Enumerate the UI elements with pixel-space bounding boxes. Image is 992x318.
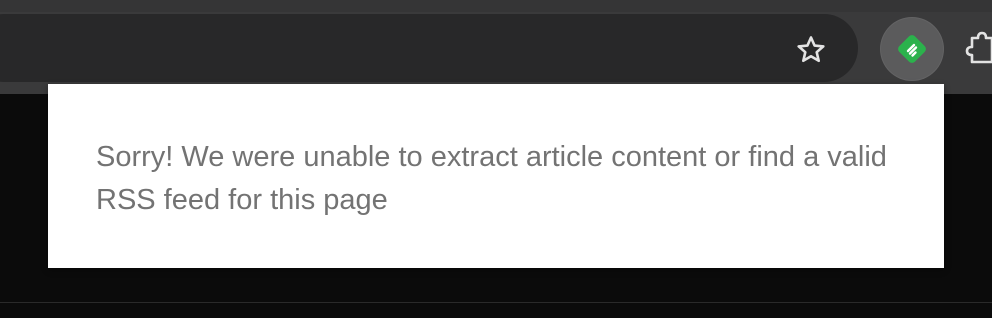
address-bar[interactable] <box>0 14 858 82</box>
extensions-menu-button[interactable] <box>960 28 992 68</box>
bookmark-star-button[interactable] <box>794 33 828 67</box>
browser-toolbar <box>0 0 992 94</box>
extension-popup: Sorry! We were unable to extract article… <box>48 84 944 268</box>
star-outline-icon <box>794 33 828 67</box>
feedly-icon <box>895 32 929 66</box>
browser-window: Sorry! We were unable to extract article… <box>0 0 992 318</box>
error-message: Sorry! We were unable to extract article… <box>96 141 887 216</box>
tab-strip-edge <box>0 0 992 12</box>
page-divider <box>0 302 992 303</box>
feedly-extension-button[interactable] <box>880 17 944 81</box>
puzzle-icon <box>960 28 992 68</box>
